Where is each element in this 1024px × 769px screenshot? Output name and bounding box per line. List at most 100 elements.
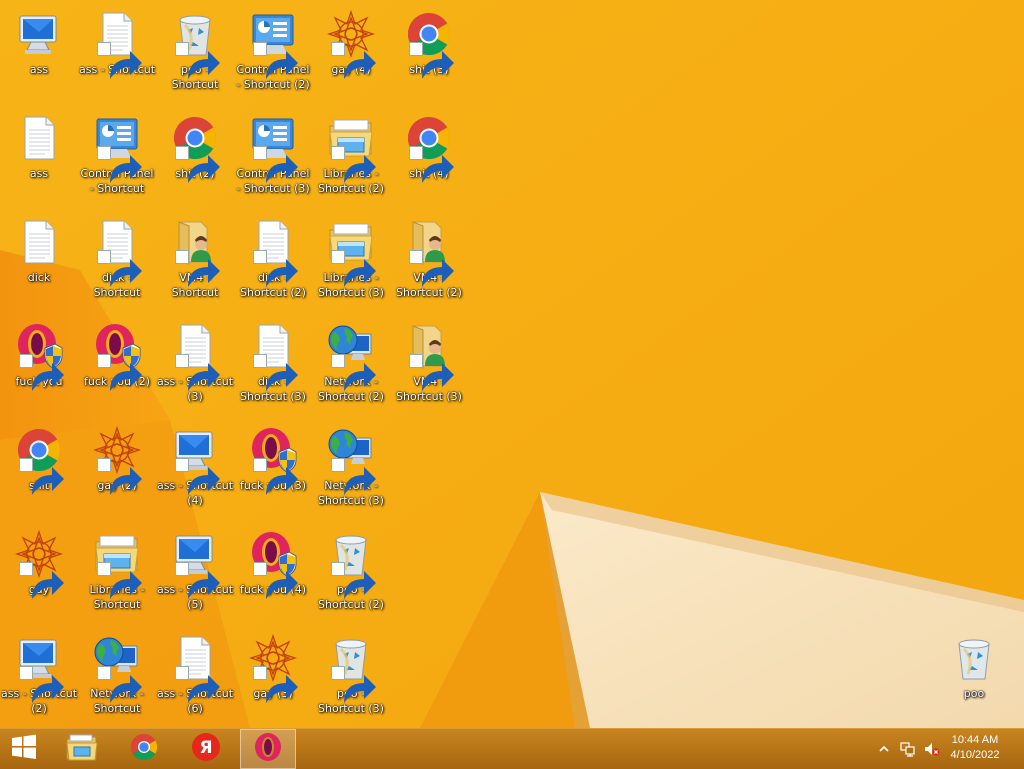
taskbar: Я 10:44 AM 4/10/2022 — [0, 728, 1024, 769]
desktop-icon[interactable]: fuck you (3) — [234, 420, 312, 524]
desktop-icon[interactable]: shit (2) — [156, 108, 234, 212]
control-panel-icon — [249, 114, 298, 183]
desktop-icon[interactable]: dick — [0, 212, 78, 316]
desktop-icon[interactable]: dick - Shortcut (2) — [234, 212, 312, 316]
desktop-icon[interactable]: VM4 - Shortcut (2) — [390, 212, 468, 316]
document-icon — [15, 114, 63, 162]
desktop-icon[interactable]: gay (4) — [312, 4, 390, 108]
volume-muted-icon[interactable] — [924, 741, 940, 757]
recycle-bin-icon — [950, 634, 998, 682]
monitor-icon — [171, 530, 220, 599]
desktop-icon[interactable]: gay (2) — [78, 420, 156, 524]
desktop-icon[interactable]: VM4 - Shortcut — [156, 212, 234, 316]
network-icon — [327, 426, 376, 495]
desktop-icon[interactable]: Control Panel - Shortcut (2) — [234, 4, 312, 108]
start-button[interactable] — [0, 729, 48, 769]
recycle-bin-icon — [171, 10, 220, 79]
desktop-icon[interactable]: gay (3) — [234, 628, 312, 728]
desktop-icon[interactable]: fuck you — [0, 316, 78, 420]
desktop-icon[interactable]: poo - Shortcut — [156, 4, 234, 108]
desktop-icon[interactable]: ass - Shortcut (3) — [156, 316, 234, 420]
shortcut-arrow-icon — [175, 42, 220, 79]
document-icon — [249, 218, 298, 287]
shortcut-arrow-icon — [19, 666, 64, 703]
taskbar-file-explorer-button[interactable] — [54, 729, 110, 769]
document-icon — [93, 218, 142, 287]
document-icon — [171, 322, 220, 391]
desktop-icon[interactable]: poo - Shortcut (2) — [312, 524, 390, 628]
windows-start-icon — [10, 733, 38, 765]
shortcut-arrow-icon — [97, 354, 142, 391]
shortcut-arrow-icon — [19, 562, 64, 599]
desktop-icon[interactable]: poo - Shortcut (3) — [312, 628, 390, 728]
shortcut-arrow-icon — [331, 354, 376, 391]
desktop-icon[interactable]: ass — [0, 4, 78, 108]
document-icon — [15, 218, 63, 266]
desktop-icon[interactable]: ass - Shortcut — [78, 4, 156, 108]
desktop-icon[interactable]: ass - Shortcut (4) — [156, 420, 234, 524]
notification-area: 10:44 AM 4/10/2022 — [864, 729, 1024, 769]
recycle-bin-icon — [327, 634, 376, 703]
shortcut-arrow-icon — [175, 562, 220, 599]
desktop-icon[interactable]: fuck you (4) — [234, 524, 312, 628]
shortcut-arrow-icon — [97, 458, 142, 495]
show-hidden-icons-chevron[interactable] — [876, 741, 892, 757]
recycle-bin-icon — [327, 530, 376, 599]
desktop-icon[interactable]: fuck you (2) — [78, 316, 156, 420]
shortcut-arrow-icon — [19, 354, 64, 391]
shortcut-arrow-icon — [19, 458, 64, 495]
desktop-icon-label: dick — [27, 271, 51, 284]
taskbar-chrome-button[interactable] — [116, 729, 172, 769]
libraries-icon — [327, 218, 376, 287]
shortcut-arrow-icon — [331, 146, 376, 183]
shortcut-arrow-icon — [253, 354, 298, 391]
desktop-icon[interactable]: dick - Shortcut — [78, 212, 156, 316]
desktop-icon[interactable]: ass - Shortcut (6) — [156, 628, 234, 728]
shortcut-arrow-icon — [97, 562, 142, 599]
desktop-icon-label: ass — [29, 63, 49, 76]
shortcut-arrow-icon — [253, 42, 298, 79]
desktop-icon[interactable]: Network - Shortcut (2) — [312, 316, 390, 420]
desktop-icon[interactable]: ass - Shortcut (2) — [0, 628, 78, 728]
desktop-icon[interactable]: shit (3) — [390, 4, 468, 108]
desktop-icon[interactable]: shit — [0, 420, 78, 524]
desktop-icon[interactable]: Network - Shortcut — [78, 628, 156, 728]
shortcut-arrow-icon — [253, 666, 298, 703]
desktop-icon[interactable]: Network - Shortcut (3) — [312, 420, 390, 524]
folder-icon — [66, 733, 98, 765]
opera-shield-icon — [93, 322, 142, 391]
desktop-icon[interactable]: VM4 - Shortcut (3) — [390, 316, 468, 420]
libraries-icon — [327, 114, 376, 183]
yandex-icon: Я — [191, 732, 221, 766]
shortcut-arrow-icon — [409, 42, 454, 79]
taskbar-clock[interactable]: 10:44 AM 4/10/2022 — [940, 733, 1010, 763]
desktop-icon[interactable]: dick - Shortcut (3) — [234, 316, 312, 420]
monitor-icon — [171, 426, 220, 495]
desktop[interactable]: ass ass - Shortcutpoo - ShortcutControl P… — [0, 0, 1024, 728]
desktop-icon[interactable]: gay — [0, 524, 78, 628]
svg-text:Я: Я — [199, 738, 212, 758]
monitor-icon — [15, 634, 64, 703]
mandala-icon — [15, 530, 64, 599]
shortcut-arrow-icon — [97, 146, 142, 183]
desktop-icon[interactable]: Libraries - Shortcut (3) — [312, 212, 390, 316]
shortcut-arrow-icon — [175, 458, 220, 495]
desktop-icon[interactable]: shit (4) — [390, 108, 468, 212]
desktop-icon[interactable]: Libraries - Shortcut (2) — [312, 108, 390, 212]
shortcut-arrow-icon — [97, 666, 142, 703]
desktop-icon[interactable]: Libraries - Shortcut — [78, 524, 156, 628]
shortcut-arrow-icon — [331, 666, 376, 703]
recycle-bin-icon-poo[interactable]: poo — [935, 628, 1013, 728]
shortcut-arrow-icon — [409, 146, 454, 183]
desktop-icon[interactable]: ass - Shortcut (5) — [156, 524, 234, 628]
desktop-icon[interactable]: Control Panel - Shortcut — [78, 108, 156, 212]
network-icon[interactable] — [900, 741, 916, 757]
taskbar-yandex-button[interactable]: Я — [178, 729, 234, 769]
taskbar-opera-button[interactable] — [240, 729, 296, 769]
shortcut-arrow-icon — [175, 250, 220, 287]
mandala-icon — [249, 634, 298, 703]
shortcut-arrow-icon — [253, 146, 298, 183]
desktop-icon[interactable]: ass — [0, 108, 78, 212]
desktop-icon[interactable]: Control Panel - Shortcut (3) — [234, 108, 312, 212]
user-folder-icon — [405, 322, 454, 391]
